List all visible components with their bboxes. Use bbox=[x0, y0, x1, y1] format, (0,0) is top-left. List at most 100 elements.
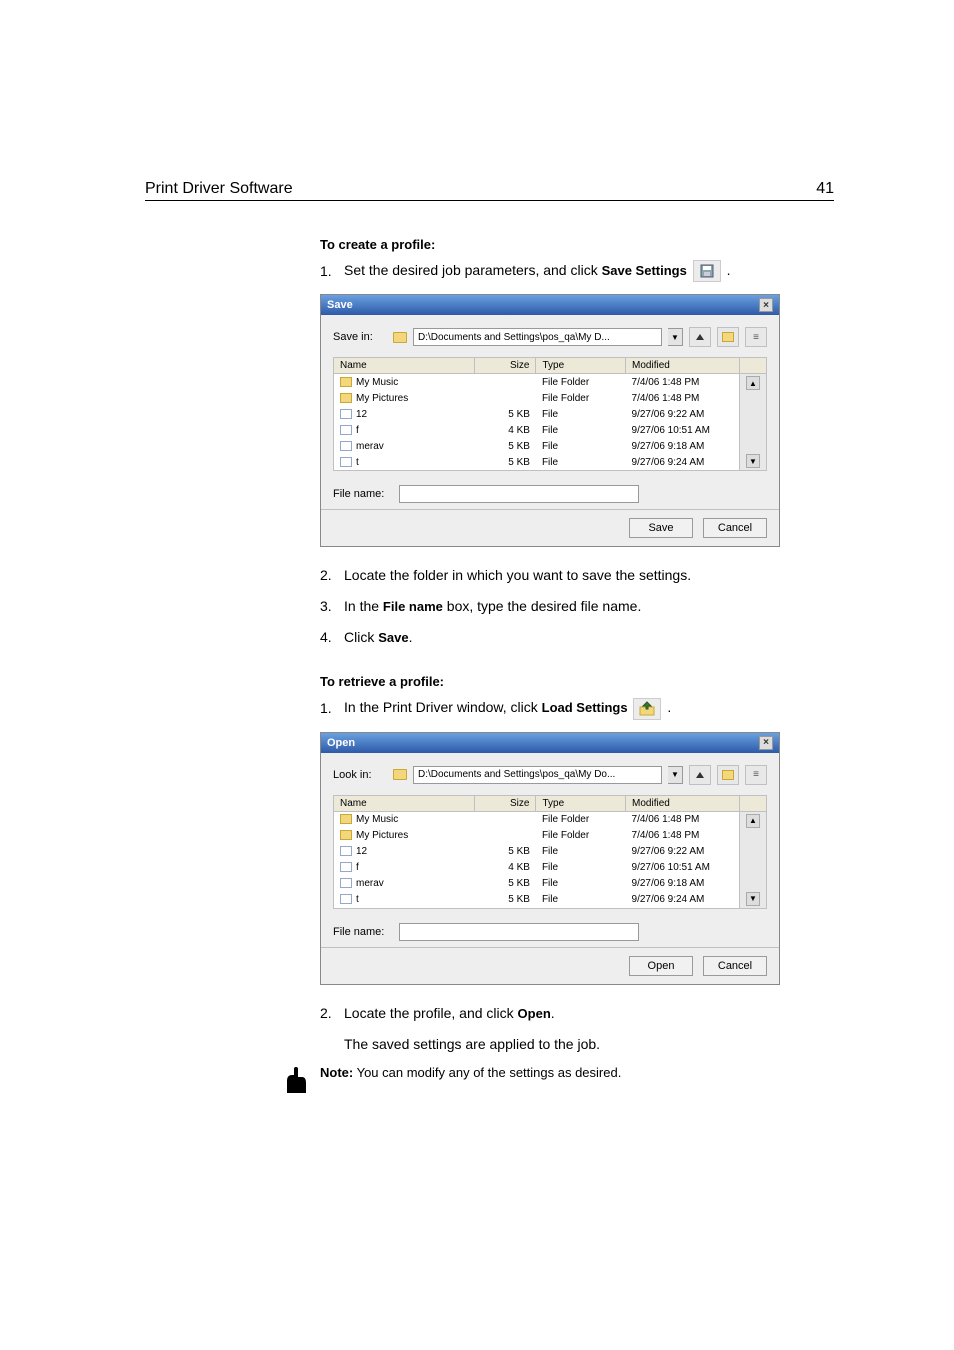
col-modified[interactable]: Modified bbox=[626, 358, 740, 374]
cancel-button[interactable]: Cancel bbox=[703, 518, 767, 538]
open-bold: Open bbox=[518, 1006, 551, 1021]
close-icon[interactable]: × bbox=[759, 736, 773, 750]
scroll-up-icon[interactable]: ▲ bbox=[746, 376, 760, 390]
filename-label: File name: bbox=[333, 488, 393, 500]
chevron-down-icon[interactable]: ▼ bbox=[668, 328, 683, 346]
step: 4. Click Save. bbox=[320, 627, 834, 648]
col-name[interactable]: Name bbox=[334, 795, 475, 811]
dialog-title: Open bbox=[327, 737, 355, 749]
table-row[interactable]: f4 KBFile9/27/06 10:51 AM bbox=[334, 860, 767, 876]
scroll-header bbox=[740, 795, 767, 811]
step-text: Set the desired job parameters, and clic… bbox=[344, 260, 731, 282]
up-folder-button[interactable] bbox=[689, 327, 711, 347]
step: 1. Set the desired job parameters, and c… bbox=[320, 260, 834, 282]
folder-icon bbox=[340, 830, 352, 840]
step: 2. Locate the folder in which you want t… bbox=[320, 565, 834, 586]
step-number: 2. bbox=[320, 1003, 344, 1024]
file-icon bbox=[340, 894, 352, 904]
table-row[interactable]: t5 KBFile9/27/06 9:24 AM bbox=[334, 454, 767, 471]
path-combo[interactable]: D:\Documents and Settings\pos_qa\My Do..… bbox=[413, 766, 662, 784]
folder-icon bbox=[393, 332, 407, 343]
view-menu-button[interactable] bbox=[745, 765, 767, 785]
new-folder-button[interactable] bbox=[717, 327, 739, 347]
header-title: Print Driver Software bbox=[145, 180, 293, 198]
savein-label: Save in: bbox=[333, 331, 387, 343]
col-type[interactable]: Type bbox=[536, 795, 626, 811]
col-modified[interactable]: Modified bbox=[626, 795, 740, 811]
filename-label: File name: bbox=[333, 926, 393, 938]
scrollbar[interactable]: ▲▼ bbox=[740, 811, 767, 908]
file-icon bbox=[340, 878, 352, 888]
open-button[interactable]: Open bbox=[629, 956, 693, 976]
step-text: In the Print Driver window, click Load S… bbox=[344, 697, 671, 719]
scroll-down-icon[interactable]: ▼ bbox=[746, 892, 760, 906]
save-dialog: Save × Save in: D:\Documents and Setting… bbox=[320, 294, 780, 547]
chevron-down-icon[interactable]: ▼ bbox=[668, 766, 683, 784]
folder-icon bbox=[340, 393, 352, 403]
step-extra: The saved settings are applied to the jo… bbox=[344, 1034, 834, 1055]
open-dialog: Open × Look in: D:\Documents and Setting… bbox=[320, 732, 780, 985]
section-create-heading: To create a profile: bbox=[320, 237, 834, 252]
table-row[interactable]: My PicturesFile Folder7/4/06 1:48 PM bbox=[334, 390, 767, 406]
load-settings-label: Load Settings bbox=[542, 700, 628, 715]
table-row[interactable]: 125 KBFile9/27/06 9:22 AM bbox=[334, 406, 767, 422]
cancel-button[interactable]: Cancel bbox=[703, 956, 767, 976]
filename-bold: File name bbox=[383, 599, 443, 614]
scrollbar[interactable]: ▲▼ bbox=[740, 374, 767, 471]
up-folder-button[interactable] bbox=[689, 765, 711, 785]
col-type[interactable]: Type bbox=[536, 358, 626, 374]
table-row[interactable]: My MusicFile Folder7/4/06 1:48 PM▲▼ bbox=[334, 374, 767, 391]
file-icon bbox=[340, 441, 352, 451]
step-text: Click Save. bbox=[344, 627, 413, 648]
table-row[interactable]: merav5 KBFile9/27/06 9:18 AM bbox=[334, 438, 767, 454]
note-label: Note: bbox=[320, 1065, 353, 1080]
table-row[interactable]: My MusicFile Folder7/4/06 1:48 PM▲▼ bbox=[334, 811, 767, 828]
folder-icon bbox=[340, 814, 352, 824]
step: 3. In the File name box, type the desire… bbox=[320, 596, 834, 617]
file-list: Name Size Type Modified My MusicFile Fol… bbox=[333, 795, 767, 909]
col-size[interactable]: Size bbox=[474, 358, 536, 374]
step-text: Locate the folder in which you want to s… bbox=[344, 565, 691, 586]
step-number: 3. bbox=[320, 596, 344, 617]
folder-icon bbox=[393, 769, 407, 780]
file-list: Name Size Type Modified My MusicFile Fol… bbox=[333, 357, 767, 471]
dialog-title: Save bbox=[327, 299, 353, 311]
view-menu-button[interactable] bbox=[745, 327, 767, 347]
table-row[interactable]: 125 KBFile9/27/06 9:22 AM bbox=[334, 844, 767, 860]
folder-icon bbox=[340, 377, 352, 387]
col-name[interactable]: Name bbox=[334, 358, 475, 374]
close-icon[interactable]: × bbox=[759, 298, 773, 312]
step: 1. In the Print Driver window, click Loa… bbox=[320, 697, 834, 719]
filename-input[interactable] bbox=[399, 485, 639, 503]
path-combo[interactable]: D:\Documents and Settings\pos_qa\My D... bbox=[413, 328, 662, 346]
file-icon bbox=[340, 409, 352, 419]
file-icon bbox=[340, 457, 352, 467]
file-icon bbox=[340, 425, 352, 435]
step-text: The saved settings are applied to the jo… bbox=[344, 1034, 600, 1055]
save-button[interactable]: Save bbox=[629, 518, 693, 538]
scroll-up-icon[interactable]: ▲ bbox=[746, 814, 760, 828]
note-text: Note: You can modify any of the settings… bbox=[320, 1065, 621, 1097]
filename-input[interactable] bbox=[399, 923, 639, 941]
page-header: Print Driver Software 41 bbox=[145, 180, 834, 201]
file-icon bbox=[340, 862, 352, 872]
table-row[interactable]: t5 KBFile9/27/06 9:24 AM bbox=[334, 892, 767, 909]
dialog-titlebar: Open × bbox=[321, 733, 779, 753]
scroll-header bbox=[740, 358, 767, 374]
page-number: 41 bbox=[816, 180, 834, 198]
load-settings-icon bbox=[633, 698, 661, 720]
dialog-titlebar: Save × bbox=[321, 295, 779, 315]
new-folder-button[interactable] bbox=[717, 765, 739, 785]
file-icon bbox=[340, 846, 352, 856]
scroll-down-icon[interactable]: ▼ bbox=[746, 454, 760, 468]
section-retrieve-heading: To retrieve a profile: bbox=[320, 674, 834, 689]
table-row[interactable]: merav5 KBFile9/27/06 9:18 AM bbox=[334, 876, 767, 892]
step-number: 4. bbox=[320, 627, 344, 648]
lookin-label: Look in: bbox=[333, 769, 387, 781]
save-bold: Save bbox=[378, 630, 408, 645]
table-row[interactable]: My PicturesFile Folder7/4/06 1:48 PM bbox=[334, 828, 767, 844]
step-number: 2. bbox=[320, 565, 344, 586]
note-hand-icon bbox=[280, 1065, 312, 1097]
table-row[interactable]: f4 KBFile9/27/06 10:51 AM bbox=[334, 422, 767, 438]
col-size[interactable]: Size bbox=[474, 795, 536, 811]
